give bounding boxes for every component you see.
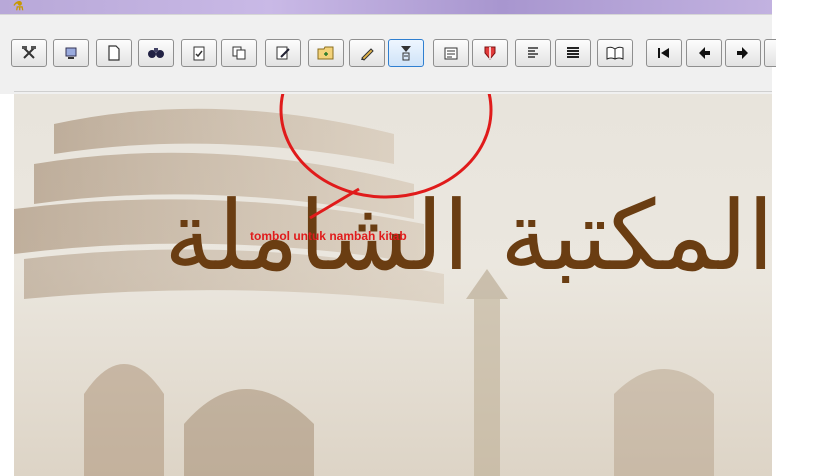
next-button[interactable]	[725, 39, 761, 67]
edit-page-button[interactable]	[265, 39, 301, 67]
filter-button[interactable]	[388, 39, 424, 67]
prev-button[interactable]	[686, 39, 722, 67]
network-button[interactable]	[53, 39, 89, 67]
arrow-right-icon	[737, 47, 748, 59]
filter-icon	[401, 46, 411, 61]
first-icon	[658, 48, 669, 58]
annotation-caption: tombol untuk nambah kitab	[250, 229, 407, 243]
binoculars-icon	[148, 48, 164, 58]
copy-button[interactable]	[221, 39, 257, 67]
toolbar-top-border	[0, 14, 772, 15]
tools-button[interactable]	[11, 39, 47, 67]
pencil-button[interactable]	[349, 39, 385, 67]
properties-button[interactable]	[433, 39, 469, 67]
splash-banner: المكتبة الشاملة	[14, 94, 772, 476]
copy-icon	[232, 46, 246, 60]
edit-page-icon	[276, 46, 290, 60]
search-button[interactable]	[138, 39, 174, 67]
properties-icon	[444, 47, 458, 60]
pencil-icon	[361, 48, 374, 61]
list-icon	[567, 47, 579, 58]
open-book-icon	[606, 46, 624, 60]
annotation-overlay	[279, 94, 493, 220]
annotation-arrow	[309, 187, 360, 220]
overflow-button[interactable]	[764, 39, 776, 67]
app-icon: ⚗	[13, 0, 24, 13]
main-toolbar	[0, 14, 776, 94]
network-icon	[65, 47, 77, 59]
new-button[interactable]	[96, 39, 132, 67]
hammer-icon	[22, 46, 36, 59]
list-button[interactable]	[555, 39, 591, 67]
clipboard-icon	[193, 46, 205, 61]
book-button[interactable]	[597, 39, 633, 67]
toolbar-bottom-border	[14, 91, 772, 92]
checklist-button[interactable]	[181, 39, 217, 67]
arrow-left-icon	[699, 47, 710, 59]
list-numbered-icon	[528, 47, 538, 58]
shield-icon	[484, 46, 496, 60]
window-titlebar: ⚗	[0, 0, 772, 14]
shield-button[interactable]	[472, 39, 508, 67]
new-page-icon	[108, 45, 120, 61]
index-button[interactable]	[515, 39, 551, 67]
first-button[interactable]	[646, 39, 682, 67]
annotation-circle	[279, 94, 493, 199]
folder-add-icon	[317, 46, 334, 60]
add-book-button[interactable]	[308, 39, 344, 67]
